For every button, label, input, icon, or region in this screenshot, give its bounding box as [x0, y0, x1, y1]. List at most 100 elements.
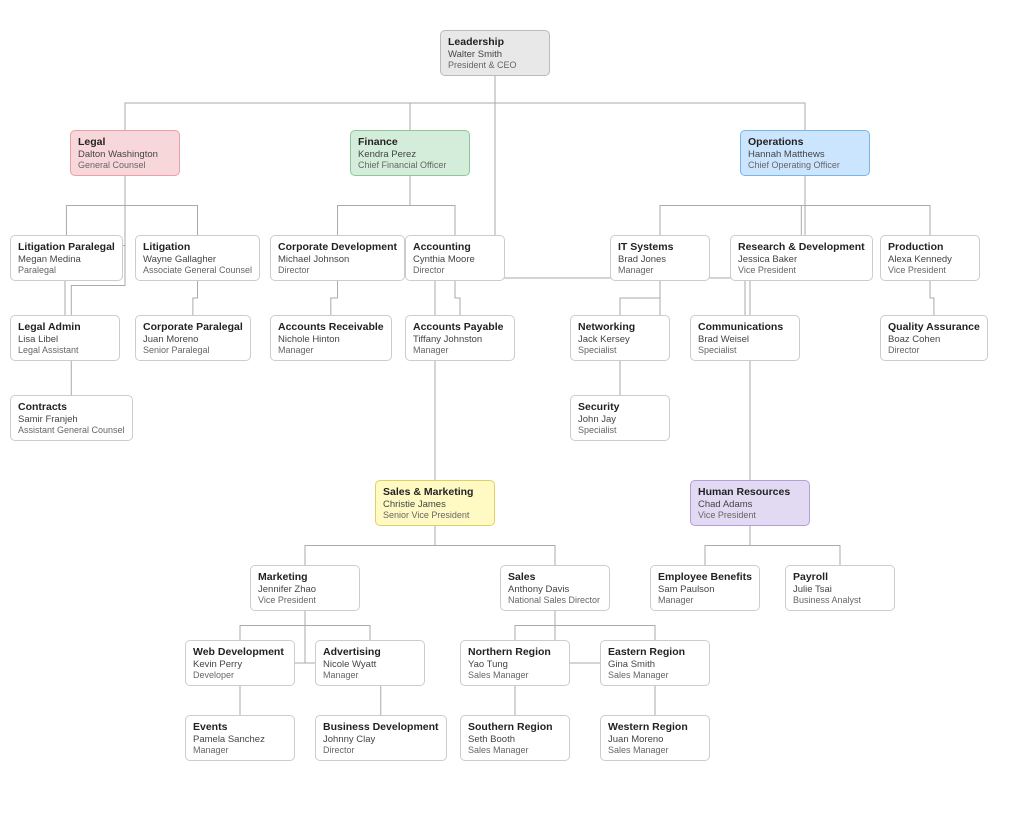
- node-role: Manager: [413, 345, 507, 355]
- node-leadership: Leadership Walter Smith President & CEO: [440, 30, 550, 76]
- node-title: Operations: [748, 136, 862, 148]
- node-title: Corporate Paralegal: [143, 321, 243, 333]
- node-role: Developer: [193, 670, 287, 680]
- node-title: Leadership: [448, 36, 542, 48]
- node-role: Assistant General Counsel: [18, 425, 125, 435]
- node-litigation-paralegal: Litigation Paralegal Megan Medina Parale…: [10, 235, 123, 281]
- node-role: Manager: [193, 745, 287, 755]
- node-name: Tiffany Johnston: [413, 334, 507, 345]
- node-marketing: Marketing Jennifer Zhao Vice President: [250, 565, 360, 611]
- node-operations: Operations Hannah Matthews Chief Operati…: [740, 130, 870, 176]
- node-role: Vice President: [738, 265, 865, 275]
- node-networking: Networking Jack Kersey Specialist: [570, 315, 670, 361]
- node-events: Events Pamela Sanchez Manager: [185, 715, 295, 761]
- node-name: Lisa Libel: [18, 334, 112, 345]
- node-role: Business Analyst: [793, 595, 887, 605]
- node-title: Litigation: [143, 241, 252, 253]
- node-name: Johnny Clay: [323, 734, 439, 745]
- node-title: Contracts: [18, 401, 125, 413]
- node-title: Finance: [358, 136, 462, 148]
- node-name: Yao Tung: [468, 659, 562, 670]
- node-title: Security: [578, 401, 662, 413]
- node-communications: Communications Brad Weisel Specialist: [690, 315, 800, 361]
- node-title: Accounting: [413, 241, 497, 253]
- node-web-development: Web Development Kevin Perry Developer: [185, 640, 295, 686]
- node-role: Legal Assistant: [18, 345, 112, 355]
- node-name: Michael Johnson: [278, 254, 397, 265]
- node-sales-marketing: Sales & Marketing Christie James Senior …: [375, 480, 495, 526]
- node-role: Manager: [323, 670, 417, 680]
- node-name: Julie Tsai: [793, 584, 887, 595]
- node-role: Associate General Counsel: [143, 265, 252, 275]
- node-role: Chief Financial Officer: [358, 160, 462, 170]
- node-role: Vice President: [258, 595, 352, 605]
- node-title: Events: [193, 721, 287, 733]
- node-production: Production Alexa Kennedy Vice President: [880, 235, 980, 281]
- node-name: Nicole Wyatt: [323, 659, 417, 670]
- node-accounts-payable: Accounts Payable Tiffany Johnston Manage…: [405, 315, 515, 361]
- node-title: Communications: [698, 321, 792, 333]
- node-title: Legal Admin: [18, 321, 112, 333]
- node-title: Accounts Payable: [413, 321, 507, 333]
- node-role: Manager: [278, 345, 384, 355]
- org-chart: Leadership Walter Smith President & CEO …: [0, 0, 1024, 820]
- node-title: Marketing: [258, 571, 352, 583]
- node-title: Quality Assurance: [888, 321, 980, 333]
- node-title: Networking: [578, 321, 662, 333]
- node-name: Wayne Gallagher: [143, 254, 252, 265]
- node-role: Vice President: [888, 265, 972, 275]
- node-role: Chief Operating Officer: [748, 160, 862, 170]
- node-role: National Sales Director: [508, 595, 602, 605]
- node-title: Legal: [78, 136, 172, 148]
- node-role: Sales Manager: [608, 670, 702, 680]
- node-role: General Counsel: [78, 160, 172, 170]
- node-name: Christie James: [383, 499, 487, 510]
- node-role: Director: [323, 745, 439, 755]
- node-name: Samir Franjeh: [18, 414, 125, 425]
- node-southern-region: Southern Region Seth Booth Sales Manager: [460, 715, 570, 761]
- node-role: Senior Vice President: [383, 510, 487, 520]
- node-sales: Sales Anthony Davis National Sales Direc…: [500, 565, 610, 611]
- node-corporate-paralegal: Corporate Paralegal Juan Moreno Senior P…: [135, 315, 251, 361]
- node-title: Southern Region: [468, 721, 562, 733]
- node-name: Sam Paulson: [658, 584, 752, 595]
- node-role: Director: [413, 265, 497, 275]
- node-title: Sales: [508, 571, 602, 583]
- node-title: Advertising: [323, 646, 417, 658]
- node-payroll: Payroll Julie Tsai Business Analyst: [785, 565, 895, 611]
- node-title: Human Resources: [698, 486, 802, 498]
- node-title: Production: [888, 241, 972, 253]
- node-name: Walter Smith: [448, 49, 542, 60]
- node-role: Specialist: [578, 345, 662, 355]
- node-role: Director: [278, 265, 397, 275]
- node-name: Megan Medina: [18, 254, 115, 265]
- node-name: Cynthia Moore: [413, 254, 497, 265]
- node-name: Brad Jones: [618, 254, 702, 265]
- node-role: Senior Paralegal: [143, 345, 243, 355]
- node-litigation: Litigation Wayne Gallagher Associate Gen…: [135, 235, 260, 281]
- node-name: Jennifer Zhao: [258, 584, 352, 595]
- node-role: Specialist: [698, 345, 792, 355]
- node-role: President & CEO: [448, 60, 542, 70]
- node-name: Jack Kersey: [578, 334, 662, 345]
- node-human-resources: Human Resources Chad Adams Vice Presiden…: [690, 480, 810, 526]
- node-legal-admin: Legal Admin Lisa Libel Legal Assistant: [10, 315, 120, 361]
- node-name: Anthony Davis: [508, 584, 602, 595]
- node-northern-region: Northern Region Yao Tung Sales Manager: [460, 640, 570, 686]
- node-title: Employee Benefits: [658, 571, 752, 583]
- node-role: Manager: [618, 265, 702, 275]
- node-role: Manager: [658, 595, 752, 605]
- node-title: Corporate Development: [278, 241, 397, 253]
- node-title: Payroll: [793, 571, 887, 583]
- node-title: Accounts Receivable: [278, 321, 384, 333]
- node-name: Brad Weisel: [698, 334, 792, 345]
- node-name: Alexa Kennedy: [888, 254, 972, 265]
- node-it-systems: IT Systems Brad Jones Manager: [610, 235, 710, 281]
- node-role: Director: [888, 345, 980, 355]
- node-corporate-development: Corporate Development Michael Johnson Di…: [270, 235, 405, 281]
- node-accounts-receivable: Accounts Receivable Nichole Hinton Manag…: [270, 315, 392, 361]
- node-name: Dalton Washington: [78, 149, 172, 160]
- node-role: Vice President: [698, 510, 802, 520]
- node-title: Northern Region: [468, 646, 562, 658]
- node-name: Juan Moreno: [608, 734, 702, 745]
